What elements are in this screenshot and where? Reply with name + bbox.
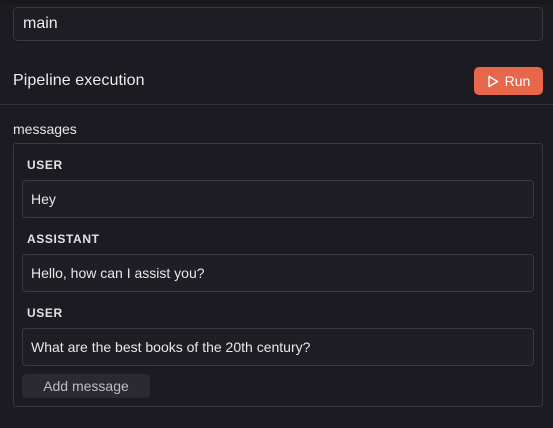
pipeline-panel: main Pipeline execution Run messages USE…: [0, 0, 553, 428]
branch-field[interactable]: main: [13, 7, 543, 41]
play-icon: [487, 75, 498, 87]
message-input[interactable]: What are the best books of the 20th cent…: [22, 328, 534, 366]
run-button-label: Run: [504, 73, 531, 89]
messages-label: messages: [13, 121, 77, 137]
top-edge: [0, 0, 553, 4]
message-text: Hey: [31, 191, 56, 207]
section-divider: [0, 104, 553, 105]
section-title: Pipeline execution: [13, 72, 145, 89]
message-role-label: USER: [27, 158, 63, 172]
run-button[interactable]: Run: [474, 67, 543, 95]
messages-panel: USER Hey ASSISTANT Hello, how can I assi…: [13, 143, 543, 407]
message-role-label: USER: [27, 306, 63, 320]
add-message-button[interactable]: Add message: [22, 374, 150, 398]
message-input[interactable]: Hey: [22, 180, 534, 218]
message-text: Hello, how can I assist you?: [31, 265, 205, 281]
message-role-label: ASSISTANT: [27, 232, 100, 246]
branch-value: main: [23, 15, 58, 32]
message-input[interactable]: Hello, how can I assist you?: [22, 254, 534, 292]
message-text: What are the best books of the 20th cent…: [31, 339, 311, 355]
